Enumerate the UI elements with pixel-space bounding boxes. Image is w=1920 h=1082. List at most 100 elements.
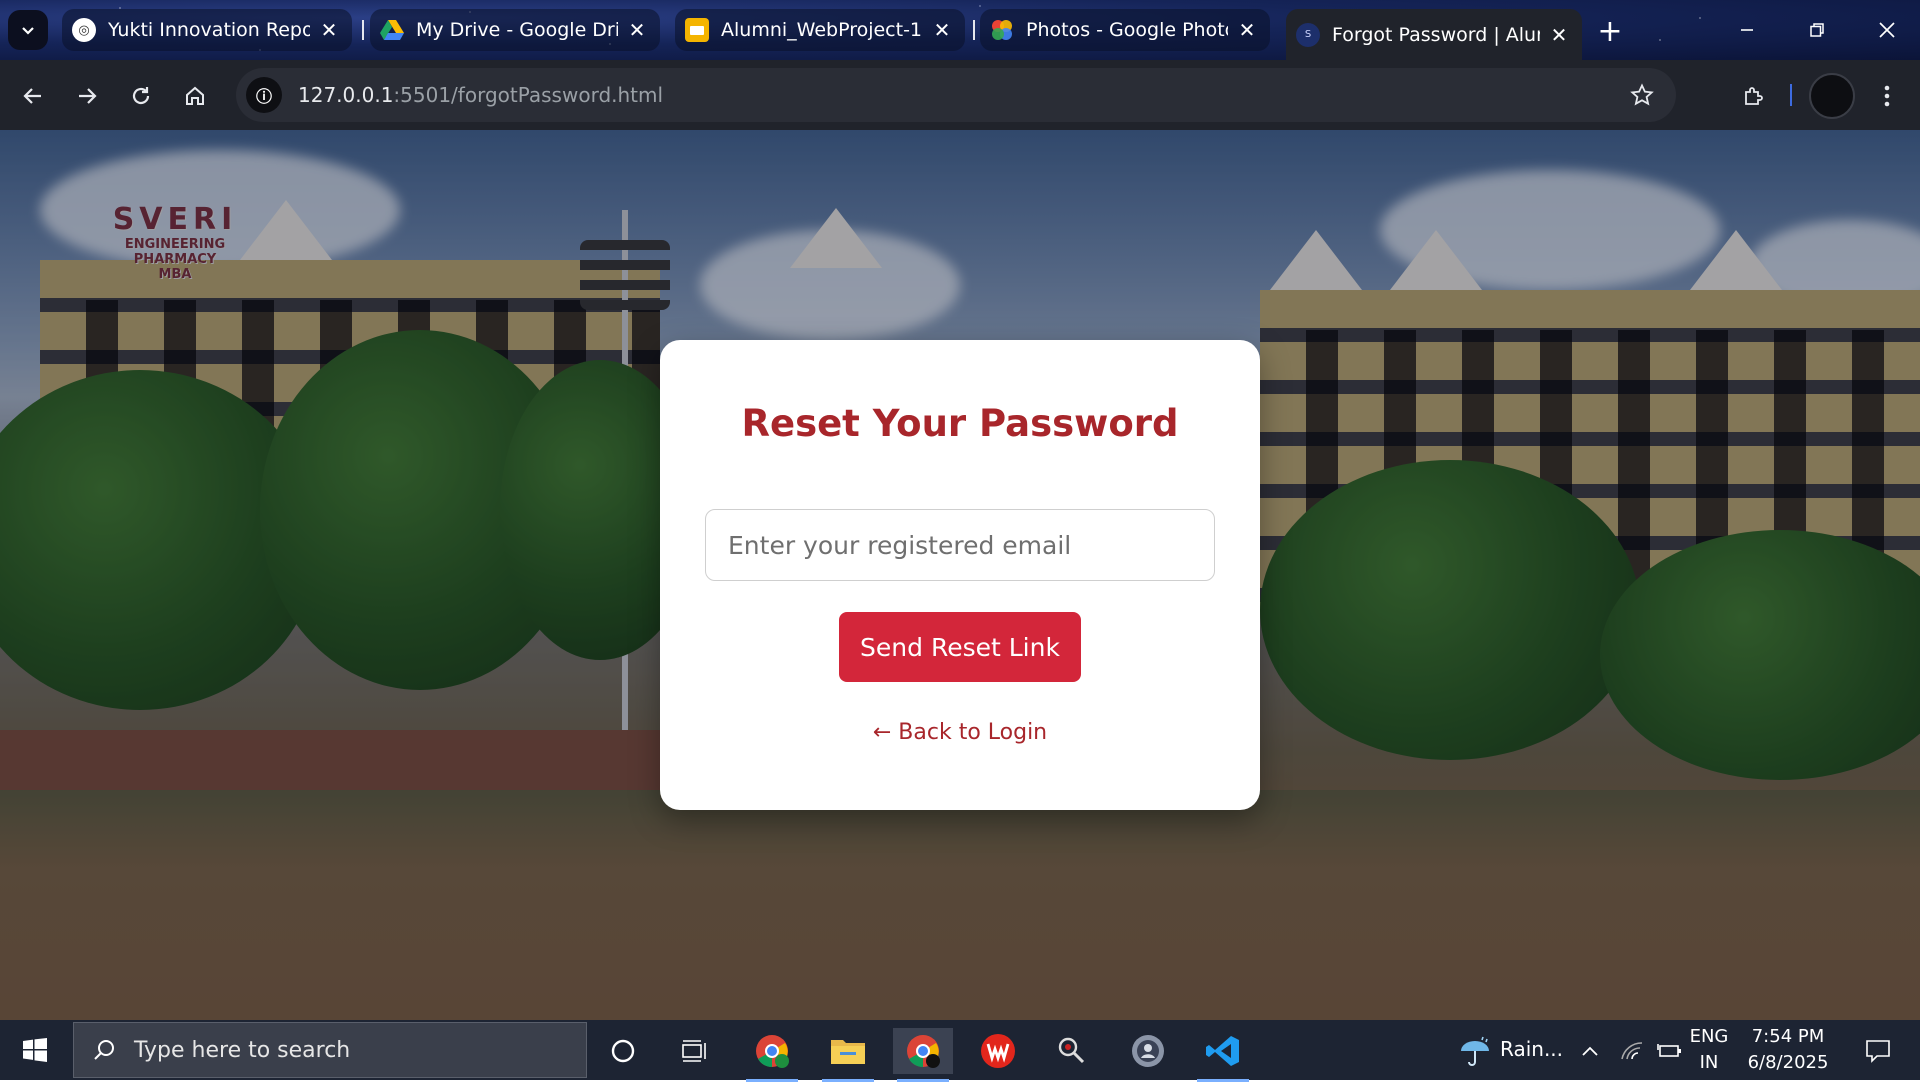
chrome-app[interactable] xyxy=(893,1028,953,1082)
battery-icon xyxy=(1657,1044,1681,1057)
weather-text: Rain... xyxy=(1500,1037,1564,1061)
site-info-icon[interactable]: ⓘ xyxy=(246,77,282,113)
notification-icon xyxy=(1866,1040,1890,1063)
notifications-button[interactable] xyxy=(1848,1028,1908,1074)
browser-app[interactable] xyxy=(1118,1028,1178,1074)
close-icon[interactable]: ✕ xyxy=(1548,23,1570,47)
back-button[interactable] xyxy=(14,77,52,115)
wps-office-app[interactable] xyxy=(968,1028,1028,1074)
wifi-icon xyxy=(1621,1042,1643,1060)
reload-button[interactable] xyxy=(122,77,160,115)
close-icon xyxy=(1879,22,1895,38)
windows-icon xyxy=(23,1038,47,1062)
tab-google-photos[interactable]: Photos - Google Photos ✕ xyxy=(980,9,1270,51)
tab-search-button[interactable] xyxy=(8,10,48,50)
tab-title: My Drive - Google Drive xyxy=(416,19,618,41)
vscode-icon xyxy=(1206,1036,1239,1066)
browser-menu-button[interactable] xyxy=(1868,77,1906,115)
forward-button[interactable] xyxy=(68,77,106,115)
address-bar[interactable]: ⓘ 127.0.0.1:5501/forgotPassword.html xyxy=(236,68,1676,122)
extensions-button[interactable] xyxy=(1735,77,1773,115)
toolbar-divider xyxy=(1790,84,1792,106)
tab-divider xyxy=(973,20,975,40)
magnifier-app[interactable] xyxy=(1042,1028,1102,1074)
tab-title: Photos - Google Photos xyxy=(1026,19,1228,41)
chevron-up-icon xyxy=(1582,1046,1598,1056)
task-view-icon xyxy=(682,1040,706,1062)
windows-taskbar: Type here to search Rain... ENG IN 7:54 … xyxy=(0,1020,1920,1082)
taskbar-search[interactable]: Type here to search xyxy=(73,1022,587,1078)
magnifier-icon xyxy=(1058,1037,1085,1064)
tab-yukti[interactable]: ◎ Yukti Innovation Reposito ✕ xyxy=(62,9,352,51)
google-slides-icon xyxy=(685,18,709,42)
app-circle-icon xyxy=(1132,1035,1164,1067)
cortana-circle-icon xyxy=(611,1039,635,1063)
google-photos-icon xyxy=(990,18,1014,42)
search-placeholder: Type here to search xyxy=(134,1037,351,1063)
show-hidden-icons-button[interactable] xyxy=(1570,1028,1610,1074)
chrome-profile-app[interactable] xyxy=(742,1028,802,1082)
start-button[interactable] xyxy=(0,1020,70,1080)
language-indicator[interactable]: ENG IN xyxy=(1683,1024,1735,1076)
page-viewport: SVERI ENGINEERING PHARMACY MBA Reset You… xyxy=(0,130,1920,1020)
yukti-icon: ◎ xyxy=(72,18,96,42)
tab-title: Alumni_WebProject-1.pp xyxy=(721,19,923,41)
restore-button[interactable] xyxy=(1782,0,1852,60)
clock-date: 6/8/2025 xyxy=(1747,1052,1829,1073)
folder-icon xyxy=(831,1040,865,1064)
region-code: IN xyxy=(1699,1052,1719,1073)
google-drive-icon xyxy=(380,18,404,42)
browser-toolbar: ⓘ 127.0.0.1:5501/forgotPassword.html xyxy=(0,60,1920,130)
home-button[interactable] xyxy=(176,77,214,115)
arrow-right-icon xyxy=(79,88,97,104)
browser-tab-strip: ◎ Yukti Innovation Reposito ✕ My Drive -… xyxy=(0,0,1920,60)
clock[interactable]: 7:54 PM 6/8/2025 xyxy=(1738,1024,1838,1076)
umbrella-rain-icon xyxy=(1461,1036,1489,1066)
arrow-left-icon xyxy=(23,88,41,104)
url-path: :5501/forgotPassword.html xyxy=(393,83,664,107)
restore-icon xyxy=(1810,23,1824,37)
tab-slides[interactable]: Alumni_WebProject-1.pp ✕ xyxy=(675,9,965,51)
new-tab-button[interactable]: + xyxy=(1590,12,1630,50)
minimize-icon xyxy=(1741,29,1753,31)
chrome-icon xyxy=(756,1035,789,1068)
url-host: 127.0.0.1 xyxy=(298,83,394,107)
email-field[interactable] xyxy=(705,509,1215,581)
task-view-button[interactable] xyxy=(665,1028,725,1074)
minimize-button[interactable] xyxy=(1712,0,1782,60)
close-icon[interactable]: ✕ xyxy=(318,18,340,42)
vscode-app[interactable] xyxy=(1193,1028,1253,1082)
close-icon[interactable]: ✕ xyxy=(931,18,953,42)
puzzle-icon xyxy=(1745,87,1763,105)
close-window-button[interactable] xyxy=(1852,0,1920,60)
reload-icon xyxy=(132,87,150,105)
language-code: ENG xyxy=(1689,1026,1729,1047)
cortana-button[interactable] xyxy=(593,1028,653,1074)
weather-widget[interactable] xyxy=(1445,1028,1505,1074)
back-to-login-link[interactable]: ← Back to Login xyxy=(660,720,1260,745)
close-icon[interactable]: ✕ xyxy=(626,18,648,42)
page-title: Reset Your Password xyxy=(741,402,1179,445)
more-vertical-icon xyxy=(1884,85,1890,107)
file-explorer-app[interactable] xyxy=(818,1028,878,1082)
home-icon xyxy=(186,86,204,105)
send-reset-link-button[interactable]: Send Reset Link xyxy=(839,612,1081,682)
profile-avatar[interactable] xyxy=(1809,73,1855,119)
tab-title: Forgot Password | Alumn xyxy=(1332,23,1540,46)
sveri-icon: S xyxy=(1296,22,1320,47)
chevron-down-icon xyxy=(22,27,34,35)
wps-office-icon xyxy=(981,1034,1015,1068)
tab-forgot-password[interactable]: S Forgot Password | Alumn ✕ xyxy=(1286,9,1582,60)
reset-password-card: Reset Your Password Send Reset Link ← Ba… xyxy=(660,340,1260,810)
tab-title: Yukti Innovation Reposito xyxy=(108,19,310,41)
tab-google-drive[interactable]: My Drive - Google Drive ✕ xyxy=(370,9,660,51)
search-icon xyxy=(74,1038,134,1062)
tab-divider xyxy=(362,20,364,40)
plus-icon: + xyxy=(1597,13,1623,49)
chrome-icon xyxy=(907,1035,940,1068)
bookmark-star-icon[interactable] xyxy=(1626,79,1658,111)
clock-time: 7:54 PM xyxy=(1751,1026,1825,1047)
close-icon[interactable]: ✕ xyxy=(1236,18,1258,42)
network-button[interactable] xyxy=(1612,1028,1652,1074)
url-text[interactable]: 127.0.0.1:5501/forgotPassword.html xyxy=(298,83,663,107)
